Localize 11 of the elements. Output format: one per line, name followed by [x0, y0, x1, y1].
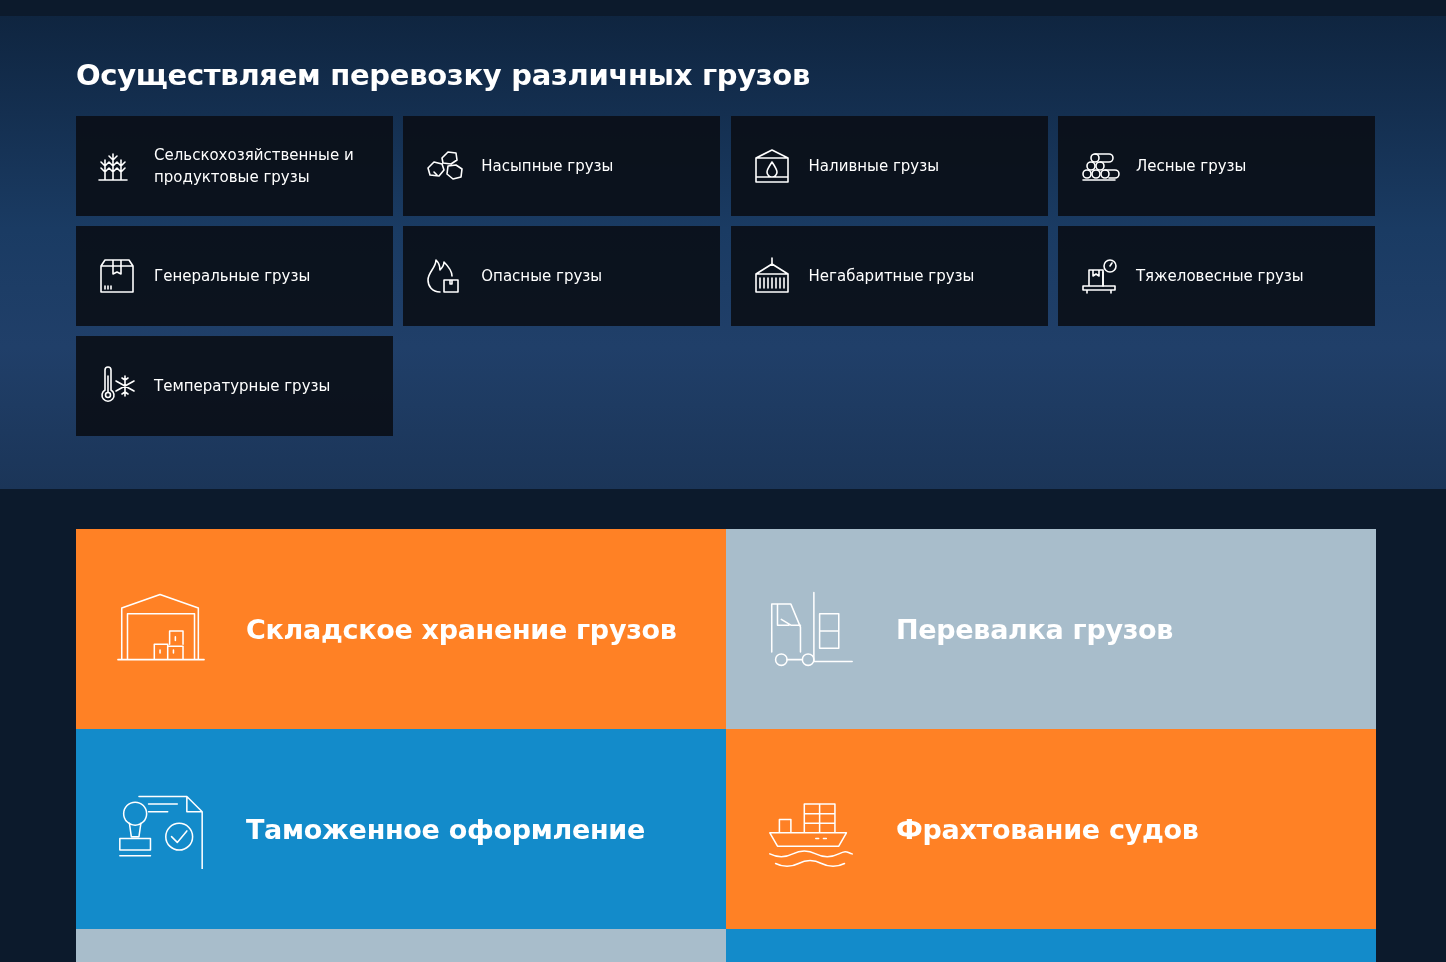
section-title: Осуществляем перевозку различных грузов — [76, 57, 812, 94]
cargo-type-card[interactable]: Негабаритные грузы — [730, 226, 1048, 326]
cargo-type-card[interactable]: Опасные грузы — [403, 226, 721, 326]
cargo-type-card[interactable]: Сельскохозяйственные и продуктовые грузы — [76, 116, 393, 216]
cargo-type-card[interactable]: Температурные грузы — [76, 336, 393, 436]
cargo-type-card[interactable]: Наливные грузы — [730, 116, 1048, 216]
service-tile[interactable]: Таможенное оформление — [76, 729, 726, 929]
cargo-type-card[interactable]: Насыпные грузы — [403, 116, 721, 216]
cargo-type-card[interactable]: Лесные грузы — [1057, 116, 1375, 216]
cargo-type-card[interactable]: Тяжеловесные грузы — [1057, 226, 1375, 326]
cargo-type-card[interactable]: Генеральные грузы — [76, 226, 393, 326]
